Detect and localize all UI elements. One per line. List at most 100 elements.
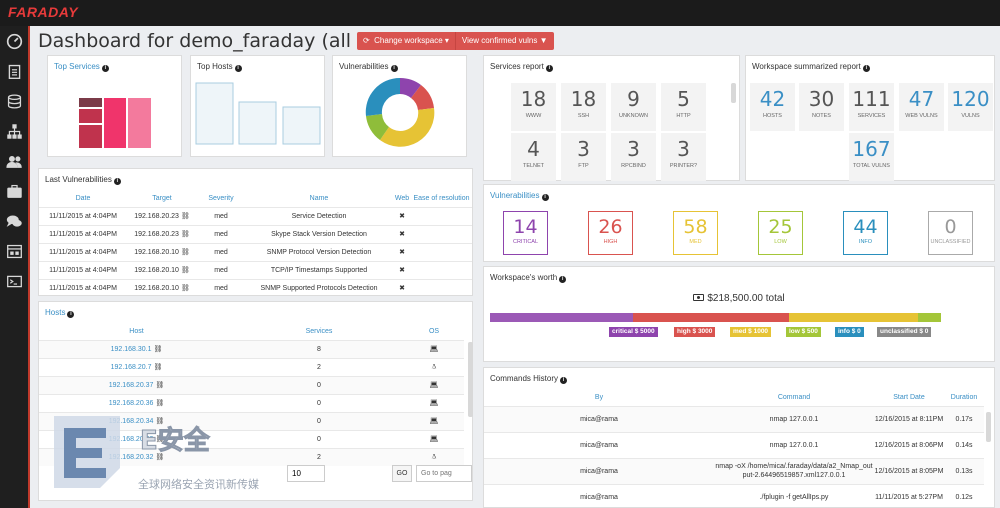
table-row[interactable]: 11/11/2015 at 4:04PM 192.168.20.10 ⛓ med SN…: [39, 278, 472, 297]
link-icon[interactable]: ⛓: [181, 231, 190, 238]
col-ease[interactable]: Ease of resolution: [411, 191, 472, 207]
worth-legend-critical: critical $ 5000: [609, 327, 658, 337]
col-duration[interactable]: Duration: [944, 390, 984, 406]
services-report-title: Services report i: [490, 62, 553, 72]
col-date[interactable]: Date: [39, 191, 127, 207]
status-report-icon[interactable]: [0, 56, 28, 86]
info-icon[interactable]: i: [545, 65, 553, 72]
vuln-count-unclassified[interactable]: 0 UNCLASSIFIED: [928, 211, 973, 255]
top-services-panel: Top Services i: [47, 55, 182, 157]
link-icon[interactable]: ⛓: [155, 382, 164, 389]
table-row[interactable]: 11/11/2015 at 4:04PM 192.168.20.23 ⛓ med Sk…: [39, 224, 472, 243]
col-web[interactable]: Web: [393, 191, 411, 207]
summary-stat-notes[interactable]: 30 NOTES: [799, 83, 844, 131]
laptop-icon: 💻︎: [429, 346, 439, 353]
executive-report-icon[interactable]: [0, 236, 28, 266]
linux-icon: 🐧︎: [431, 363, 437, 371]
view-confirmed-button[interactable]: View confirmed vulns ▼: [456, 32, 554, 50]
info-icon[interactable]: i: [113, 178, 121, 185]
laptop-icon: 💻︎: [429, 436, 439, 443]
commands-table: By Command Start Date Duration mica@rama…: [484, 390, 984, 508]
service-stat[interactable]: 4 TELNET: [511, 133, 556, 181]
service-stat[interactable]: 3 PRINTER?: [661, 133, 706, 181]
commands-scrollbar[interactable]: [986, 412, 991, 442]
summary-stat-total-vulns[interactable]: 167 TOTAL VULNS: [849, 133, 894, 181]
table-row[interactable]: 192.168.20.37 ⛓ 0 💻︎: [39, 375, 464, 394]
summary-stat-web-vulns[interactable]: 47 WEB VULNS: [899, 83, 944, 131]
col-start-date[interactable]: Start Date: [874, 390, 944, 406]
briefcase-icon[interactable]: [0, 176, 28, 206]
console-icon[interactable]: [0, 266, 28, 296]
change-workspace-button[interactable]: ⟳ Change workspace ▾: [357, 32, 456, 50]
hosts-scrollbar[interactable]: [468, 342, 473, 417]
table-row[interactable]: mica@rama nmap -oX /home/mica/.faraday/da…: [484, 457, 984, 484]
table-row[interactable]: 11/11/2015 at 4:04PM 192.168.20.23 ⛓ med Se…: [39, 206, 472, 225]
service-stat[interactable]: 9 UNKNOWN: [611, 83, 656, 131]
link-icon[interactable]: ⛓: [181, 267, 190, 274]
vuln-count-critical[interactable]: 14 CRITICAL: [503, 211, 548, 255]
top-hosts-panel: Top Hosts i: [190, 55, 325, 157]
col-severity[interactable]: Severity: [197, 191, 245, 207]
link-icon[interactable]: ⛓: [181, 213, 190, 220]
go-to-page-input[interactable]: [416, 465, 472, 482]
worth-bar: [490, 313, 941, 322]
service-stat[interactable]: 18 WWW: [511, 83, 556, 131]
col-command[interactable]: Command: [714, 390, 874, 406]
info-icon[interactable]: i: [541, 194, 549, 201]
col-host[interactable]: Host: [39, 324, 234, 340]
vulnerabilities-title[interactable]: Vulnerabilities i: [490, 191, 549, 201]
vuln-count-med[interactable]: 58 MED: [673, 211, 718, 255]
vulnerabilities-chart-panel: Vulnerabilities i: [332, 55, 467, 157]
info-icon[interactable]: i: [862, 65, 870, 72]
table-row[interactable]: mica@rama nmap 127.0.0.1 12/16/2015 at 8:1…: [484, 405, 984, 432]
link-icon[interactable]: ⛓: [153, 364, 162, 371]
go-button[interactable]: GO: [392, 465, 412, 482]
services-scrollbar[interactable]: [731, 83, 736, 103]
page-size-input[interactable]: [287, 465, 325, 482]
link-icon[interactable]: ⛓: [155, 400, 164, 407]
laptop-icon: 💻︎: [429, 382, 439, 389]
link-icon[interactable]: ⛓: [153, 346, 162, 353]
vuln-count-high[interactable]: 26 HIGH: [588, 211, 633, 255]
worth-segment-1: [633, 313, 789, 322]
table-row[interactable]: 192.168.20.36 ⛓ 0 💻︎: [39, 393, 464, 412]
table-row[interactable]: 192.168.20.7 ⛓ 2 🐧︎: [39, 357, 464, 376]
link-icon[interactable]: ⛓: [181, 285, 190, 292]
watermark-subtitle: 全球网络安全资讯新传媒: [138, 479, 259, 491]
faraday-logo[interactable]: FARADAY: [8, 4, 78, 20]
users-icon[interactable]: [0, 146, 28, 176]
service-stat[interactable]: 18 SSH: [561, 83, 606, 131]
info-icon[interactable]: i: [559, 276, 567, 283]
col-by[interactable]: By: [484, 390, 714, 406]
dashboard-icon[interactable]: [0, 26, 28, 56]
workspaces-icon[interactable]: [0, 86, 28, 116]
table-row[interactable]: 192.168.30.1 ⛓ 8 💻︎: [39, 339, 464, 358]
col-name[interactable]: Name: [245, 191, 393, 207]
summary-stat-services[interactable]: 111 SERVICES: [849, 83, 894, 131]
service-stat[interactable]: 3 FTP: [561, 133, 606, 181]
caret-down-icon: ▾: [444, 36, 449, 45]
summary-stat-hosts[interactable]: 42 HOSTS: [750, 83, 795, 131]
table-row[interactable]: mica@rama ./fplugin -f getAllIps.py 11/11/…: [484, 483, 984, 508]
summary-stat-vulns[interactable]: 120 VULNS: [948, 83, 993, 131]
service-stat[interactable]: 3 RPCBIND: [611, 133, 656, 181]
laptop-icon: 💻︎: [429, 418, 439, 425]
table-row[interactable]: 11/11/2015 at 4:04PM 192.168.20.10 ⛓ med SN…: [39, 242, 472, 261]
col-services[interactable]: Services: [234, 324, 404, 340]
info-icon[interactable]: i: [67, 311, 75, 318]
vuln-count-low[interactable]: 25 LOW: [758, 211, 803, 255]
workspace-summary-title: Workspace summarized report i: [752, 62, 870, 72]
link-icon[interactable]: ⛓: [181, 249, 190, 256]
service-stat[interactable]: 5 HTTP: [661, 83, 706, 131]
vuln-count-info[interactable]: 44 INFO: [843, 211, 888, 255]
table-row[interactable]: mica@rama nmap 127.0.0.1 12/16/2015 at 8:0…: [484, 431, 984, 458]
hierarchy-icon[interactable]: [0, 116, 28, 146]
commands-history-title: Commands History i: [490, 374, 568, 384]
hosts-title[interactable]: Hosts i: [45, 308, 75, 318]
col-target[interactable]: Target: [127, 191, 197, 207]
info-icon[interactable]: i: [560, 377, 568, 384]
vulnerabilities-donut: [365, 77, 435, 147]
table-row[interactable]: 11/11/2015 at 4:04PM 192.168.20.10 ⛓ med TC…: [39, 260, 472, 279]
col-os[interactable]: OS: [404, 324, 464, 340]
chat-icon[interactable]: [0, 206, 28, 236]
